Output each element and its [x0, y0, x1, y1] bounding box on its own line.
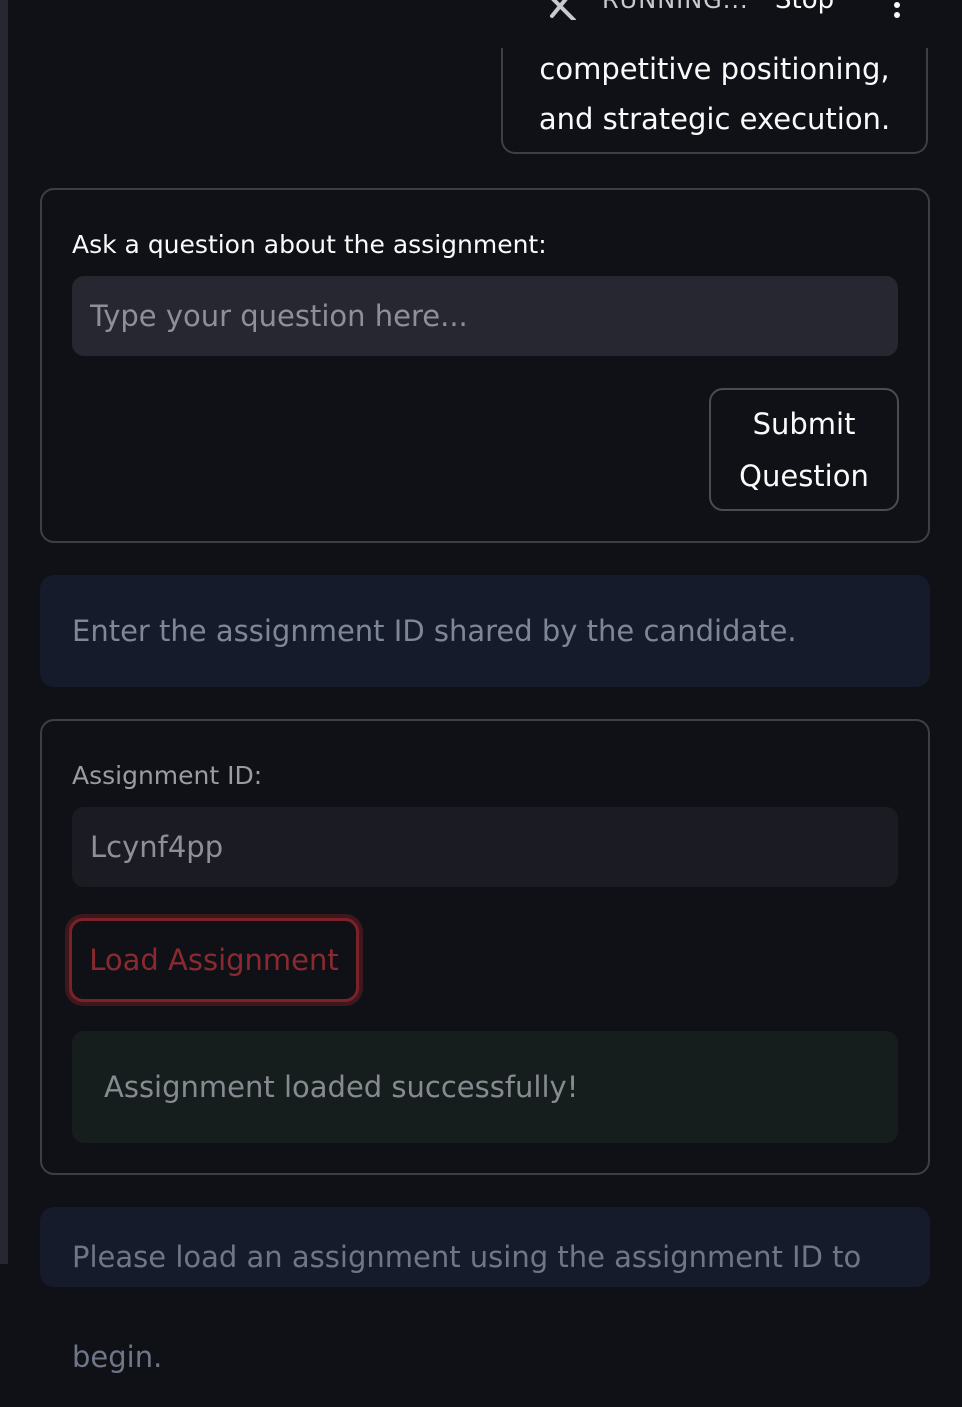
submit-question-label: Question [739, 459, 869, 493]
main-menu-icon[interactable] [894, 0, 902, 18]
question-label: Ask a question about the assignment: [72, 230, 547, 259]
stop-button[interactable]: Stop [775, 0, 834, 16]
assignment-id-label: Assignment ID: [72, 761, 263, 790]
load-prompt-info-alert: Please load an assignment using the assi… [40, 1207, 930, 1374]
running-man-icon [550, 0, 576, 20]
assignment-form: Assignment ID: Load Assignment Assignmen… [40, 719, 930, 1175]
success-alert: Assignment loaded successfully! [72, 1031, 898, 1143]
load-assignment-button[interactable]: Load Assignment [69, 918, 359, 1002]
question-input[interactable] [72, 276, 898, 356]
running-status: RUNNING... [602, 0, 749, 14]
chat-message-bubble: competitive positioning, and strategic e… [501, 48, 928, 154]
chat-message-line: competitive positioning, [539, 52, 890, 86]
submit-question-button[interactable]: Submit Question [709, 388, 899, 511]
assignment-id-info-alert: Enter the assignment ID shared by the ca… [40, 575, 930, 687]
left-edge-strip [0, 0, 8, 1264]
submit-question-label: Submit [752, 407, 856, 441]
question-form: Ask a question about the assignment: Sub… [40, 188, 930, 543]
assignment-id-input[interactable] [72, 807, 898, 887]
status-toolbar: RUNNING... Stop [500, 0, 962, 20]
chat-message-line: and strategic execution. [538, 102, 891, 136]
